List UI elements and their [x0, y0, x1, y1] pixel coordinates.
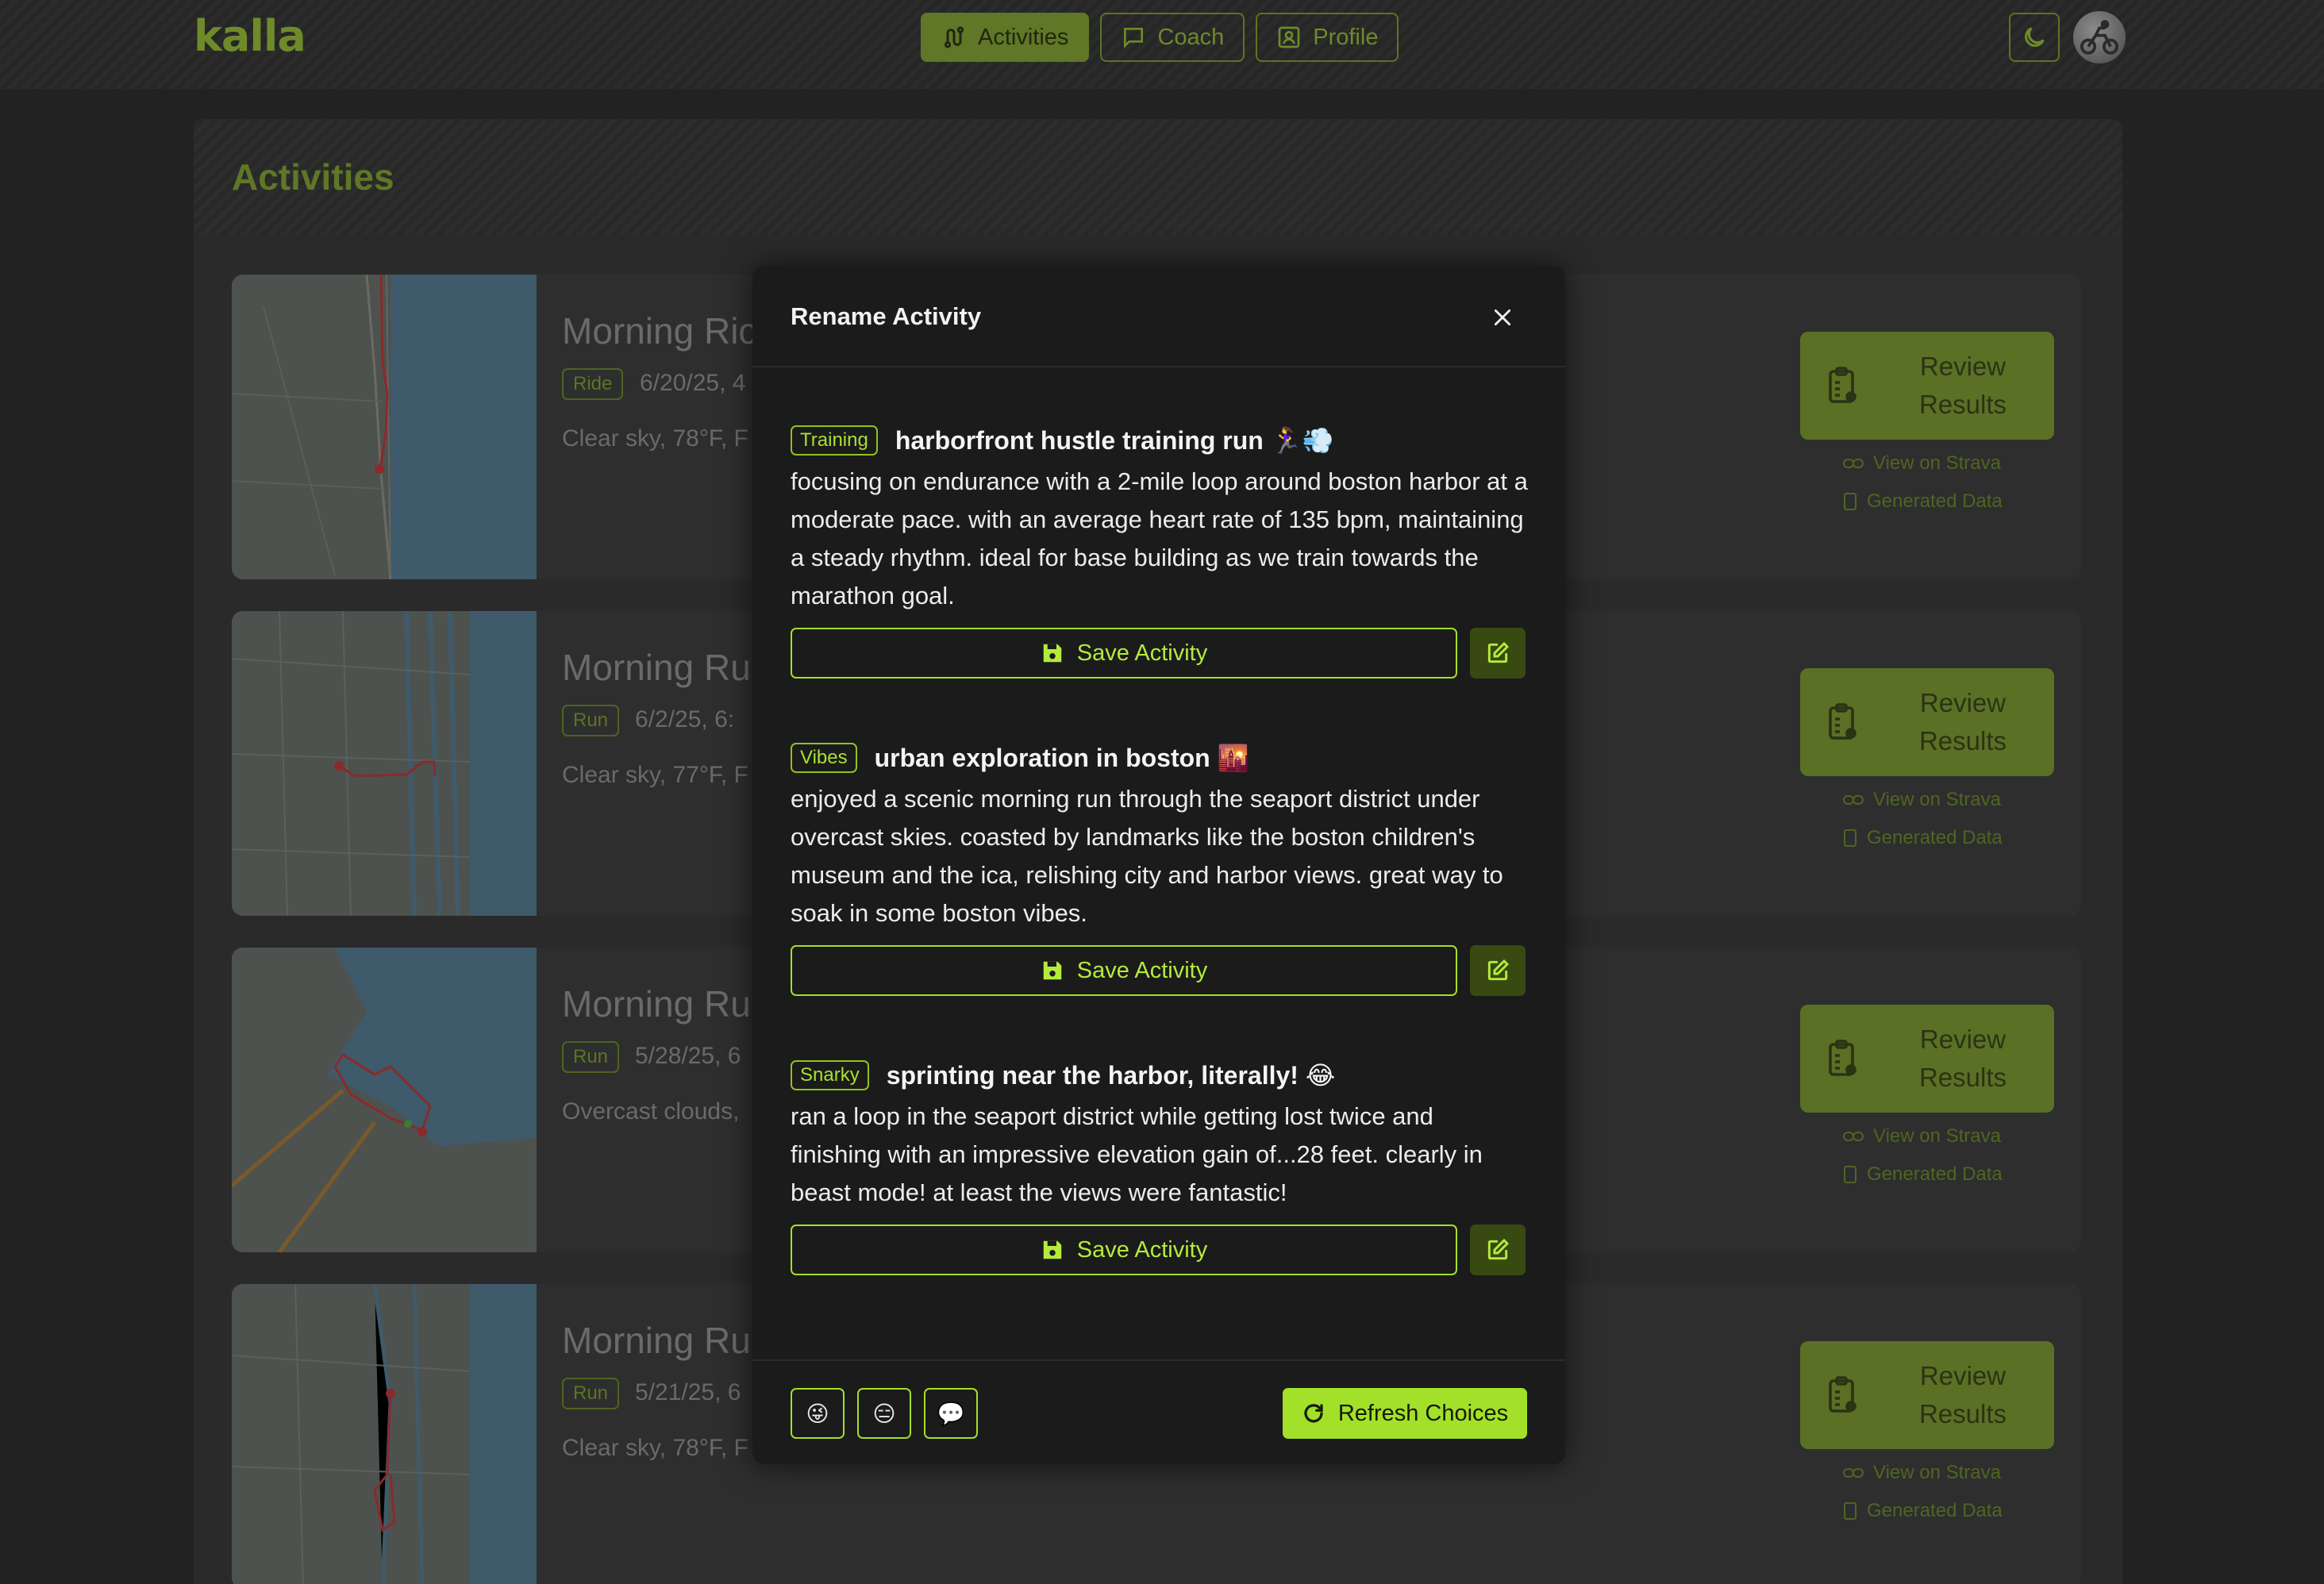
name-option-training: Training harborfront hustle training run… [791, 421, 1529, 679]
name-option-vibes: Vibes urban exploration in boston 🌇 enjo… [791, 739, 1529, 996]
option-title: harborfront hustle training run 🏃‍♀️💨 [895, 426, 1334, 455]
option-actions: Save Activity [791, 945, 1529, 998]
modal-footer: 😜 😑 💬 Refresh Choices [752, 1359, 1565, 1464]
tone-chat-button[interactable]: 💬 [924, 1388, 978, 1439]
save-activity-button[interactable]: Save Activity [791, 1225, 1457, 1275]
save-icon [1043, 961, 1062, 980]
refresh-choices-label: Refresh Choices [1337, 1400, 1509, 1426]
close-icon [1494, 309, 1511, 326]
edit-option-button[interactable] [1470, 945, 1526, 996]
close-button[interactable] [1483, 298, 1522, 337]
option-tag: Training [791, 425, 878, 456]
edit-icon [1487, 1238, 1510, 1260]
save-activity-button[interactable]: Save Activity [791, 628, 1457, 679]
option-header: Vibes urban exploration in boston 🌇 [791, 739, 1529, 777]
option-description: ran a loop in the seaport district while… [791, 1102, 1483, 1206]
edit-icon [1487, 641, 1510, 663]
save-activity-button[interactable]: Save Activity [791, 945, 1457, 996]
rename-activity-modal: Rename Activity Training harborfront hus… [752, 266, 1565, 1464]
save-activity-label: Save Activity [1076, 1236, 1208, 1263]
edit-option-button[interactable] [1470, 628, 1526, 679]
option-header: Snarky sprinting near the harbor, litera… [791, 1056, 1529, 1094]
save-activity-label: Save Activity [1076, 640, 1208, 666]
option-actions: Save Activity [791, 1225, 1529, 1277]
option-tag: Vibes [791, 743, 857, 773]
modal-title: Rename Activity [791, 302, 982, 330]
tone-silly-button[interactable]: 😜 [791, 1388, 845, 1439]
option-actions: Save Activity [791, 628, 1529, 680]
option-title: urban exploration in boston 🌇 [874, 744, 1249, 772]
option-description: enjoyed a scenic morning run through the… [791, 785, 1503, 927]
option-title: sprinting near the harbor, literally! 😂 [886, 1061, 1336, 1090]
option-header: Training harborfront hustle training run… [791, 421, 1529, 459]
tone-unamused-button[interactable]: 😑 [857, 1388, 911, 1439]
refresh-icon [1304, 1404, 1323, 1423]
option-description: focusing on endurance with a 2-mile loop… [791, 467, 1528, 609]
save-icon [1043, 1240, 1062, 1259]
modal-header: Rename Activity [752, 266, 1565, 367]
save-activity-label: Save Activity [1076, 957, 1208, 983]
save-icon [1043, 644, 1062, 663]
edit-icon [1487, 959, 1510, 981]
edit-option-button[interactable] [1470, 1225, 1526, 1275]
name-option-snarky: Snarky sprinting near the harbor, litera… [791, 1056, 1529, 1275]
refresh-choices-button[interactable]: Refresh Choices [1283, 1388, 1527, 1439]
option-tag: Snarky [791, 1060, 869, 1090]
